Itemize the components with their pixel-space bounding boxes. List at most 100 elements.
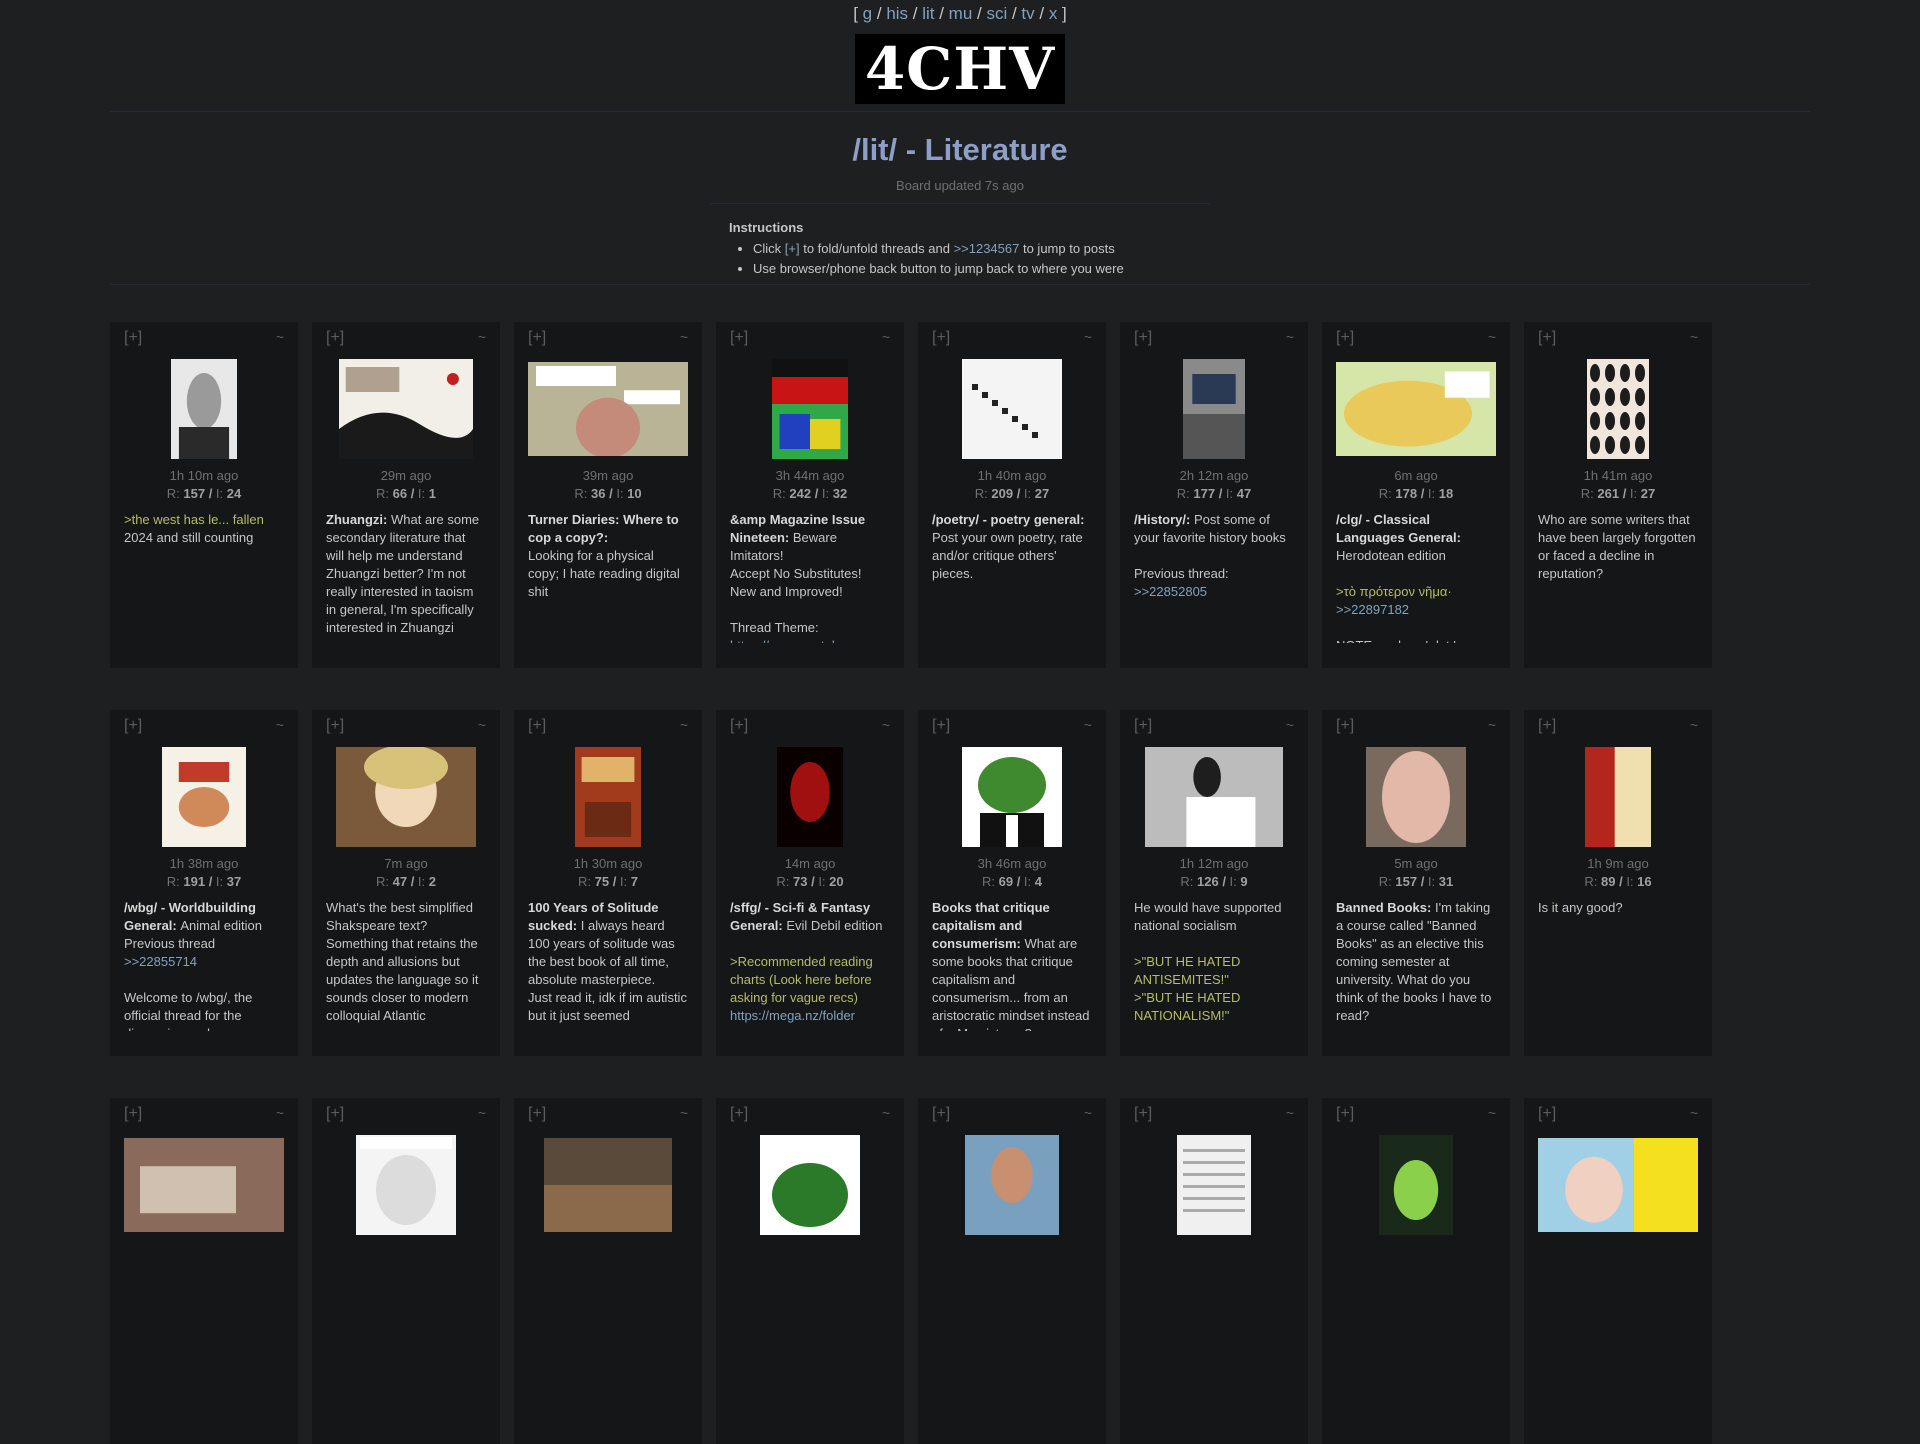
fold-toggle-button[interactable]: [+]	[730, 329, 748, 347]
fold-toggle-button[interactable]: [+]	[528, 1105, 546, 1123]
thread-card[interactable]: [+] ~	[918, 1098, 1106, 1444]
thumbnail-box[interactable]	[1538, 1134, 1698, 1236]
fold-toggle-button[interactable]: [+]	[326, 1105, 344, 1123]
thread-thumbnail[interactable]	[965, 1135, 1059, 1235]
thread-card[interactable]: [+] ~	[1322, 1098, 1510, 1444]
fold-toggle-button[interactable]: [+]	[528, 717, 546, 735]
thread-menu-icon[interactable]: ~	[680, 717, 688, 733]
fold-toggle-button[interactable]: [+]	[1538, 717, 1556, 735]
thread-thumbnail[interactable]	[1366, 747, 1466, 847]
thread-card[interactable]: [+] ~2h 12m ago R: 177 / I: 47/History/: P…	[1120, 322, 1308, 668]
fold-toggle-button[interactable]: [+]	[124, 1105, 142, 1123]
thread-menu-icon[interactable]: ~	[1488, 1105, 1496, 1121]
thread-card[interactable]: [+] ~	[514, 1098, 702, 1444]
thumbnail-box[interactable]	[326, 746, 486, 848]
thread-card[interactable]: [+] ~3h 46m ago R: 69 / I: 4 Books that cri…	[918, 710, 1106, 1056]
thread-thumbnail[interactable]	[1336, 362, 1496, 456]
nav-board-link[interactable]: lit	[922, 4, 934, 23]
fold-toggle-button[interactable]: [+]	[1336, 717, 1354, 735]
thumbnail-box[interactable]	[730, 358, 890, 460]
url-link[interactable]: https://mega.nz/folder	[730, 1008, 855, 1023]
nav-board-link[interactable]: mu	[949, 4, 973, 23]
thread-thumbnail[interactable]	[1379, 1135, 1453, 1235]
thumbnail-box[interactable]	[730, 746, 890, 848]
fold-toggle-button[interactable]: [+]	[1538, 329, 1556, 347]
thread-card[interactable]: [+] ~5m ago R: 157 / I: 31 Banned Books: I'…	[1322, 710, 1510, 1056]
thumbnail-box[interactable]	[932, 358, 1092, 460]
fold-toggle-button[interactable]: [+]	[1134, 329, 1152, 347]
fold-toggle-button[interactable]: [+]	[730, 717, 748, 735]
site-logo[interactable]: 4CHV	[855, 34, 1065, 104]
board-title[interactable]: /lit/ - Literature	[0, 132, 1920, 172]
thread-menu-icon[interactable]: ~	[276, 717, 284, 733]
thread-thumbnail[interactable]	[339, 359, 473, 459]
nav-board-link[interactable]: g	[863, 4, 872, 23]
thread-menu-icon[interactable]: ~	[882, 329, 890, 345]
fold-toggle-button[interactable]: [+]	[1336, 329, 1354, 347]
thumbnail-box[interactable]	[326, 1134, 486, 1236]
thread-card[interactable]: [+] ~1h 30m ago R: 75 / I: 7 100 Years of S…	[514, 710, 702, 1056]
fold-toggle-button[interactable]: [+]	[1336, 1105, 1354, 1123]
thread-menu-icon[interactable]: ~	[680, 329, 688, 345]
thumbnail-box[interactable]	[1336, 1134, 1496, 1236]
thread-card[interactable]: [+] ~1h 12m ago R: 126 / I: 9 He would have…	[1120, 710, 1308, 1056]
thread-thumbnail[interactable]	[544, 1138, 672, 1232]
quote-link[interactable]: >>22897182	[1336, 602, 1409, 617]
fold-toggle-button[interactable]: [+]	[326, 329, 344, 347]
thread-menu-icon[interactable]: ~	[680, 1105, 688, 1121]
thumbnail-box[interactable]	[1538, 746, 1698, 848]
thumbnail-box[interactable]	[1134, 1134, 1294, 1236]
thumbnail-box[interactable]	[1336, 358, 1496, 460]
thumbnail-box[interactable]	[528, 1134, 688, 1236]
thread-menu-icon[interactable]: ~	[478, 1105, 486, 1121]
thread-menu-icon[interactable]: ~	[478, 717, 486, 733]
thumbnail-box[interactable]	[1538, 358, 1698, 460]
thread-thumbnail[interactable]	[962, 747, 1062, 847]
thread-thumbnail[interactable]	[760, 1135, 860, 1235]
fold-toggle-button[interactable]: [+]	[730, 1105, 748, 1123]
thread-card[interactable]: [+] ~7m ago R: 47 / I: 2 What's the best si…	[312, 710, 500, 1056]
thread-menu-icon[interactable]: ~	[1286, 1105, 1294, 1121]
thumbnail-box[interactable]	[1134, 746, 1294, 848]
thread-card[interactable]: [+] ~	[1524, 1098, 1712, 1444]
thread-thumbnail[interactable]	[1538, 1138, 1698, 1232]
fold-toggle-button[interactable]: [+]	[528, 329, 546, 347]
fold-toggle-button[interactable]: [+]	[1134, 1105, 1152, 1123]
thread-thumbnail[interactable]	[1145, 747, 1283, 847]
thread-thumbnail[interactable]	[528, 362, 688, 456]
thread-card[interactable]: [+] ~	[1120, 1098, 1308, 1444]
quote-link[interactable]: >>22855714	[124, 954, 197, 969]
fold-toggle-button[interactable]: [+]	[932, 1105, 950, 1123]
thumbnail-box[interactable]	[730, 1134, 890, 1236]
thread-card[interactable]: [+] ~1h 9m ago R: 89 / I: 16 Is it any good…	[1524, 710, 1712, 1056]
thread-card[interactable]: [+] ~3h 44m ago R: 242 / I: 32 &amp Magazin…	[716, 322, 904, 668]
thread-menu-icon[interactable]: ~	[1084, 717, 1092, 733]
thread-thumbnail[interactable]	[356, 1135, 456, 1235]
thumbnail-box[interactable]	[326, 358, 486, 460]
thumbnail-box[interactable]	[528, 746, 688, 848]
thread-card[interactable]: [+] ~	[312, 1098, 500, 1444]
thread-thumbnail[interactable]	[1587, 359, 1649, 459]
thumbnail-box[interactable]	[1134, 358, 1294, 460]
thread-menu-icon[interactable]: ~	[276, 329, 284, 345]
thread-card[interactable]: [+] ~1h 40m ago R: 209 / I: 27/poetry/ - p…	[918, 322, 1106, 668]
thread-menu-icon[interactable]: ~	[1690, 1105, 1698, 1121]
fold-toggle-button[interactable]: [+]	[932, 717, 950, 735]
thread-thumbnail[interactable]	[336, 747, 476, 847]
thread-menu-icon[interactable]: ~	[1084, 329, 1092, 345]
thread-thumbnail[interactable]	[962, 359, 1062, 459]
thread-menu-icon[interactable]: ~	[276, 1105, 284, 1121]
thread-card[interactable]: [+] ~	[110, 1098, 298, 1444]
fold-toggle-button[interactable]: [+]	[1538, 1105, 1556, 1123]
thumbnail-box[interactable]	[932, 746, 1092, 848]
thread-thumbnail[interactable]	[777, 747, 843, 847]
nav-board-link[interactable]: sci	[986, 4, 1007, 23]
fold-toggle-button[interactable]: [+]	[326, 717, 344, 735]
thread-menu-icon[interactable]: ~	[1488, 717, 1496, 733]
url-link[interactable]: https://www.youtube.com	[730, 638, 875, 643]
thread-thumbnail[interactable]	[1585, 747, 1651, 847]
thumbnail-box[interactable]	[1336, 746, 1496, 848]
fold-toggle-button[interactable]: [+]	[124, 329, 142, 347]
thread-menu-icon[interactable]: ~	[882, 717, 890, 733]
thread-menu-icon[interactable]: ~	[1286, 329, 1294, 345]
